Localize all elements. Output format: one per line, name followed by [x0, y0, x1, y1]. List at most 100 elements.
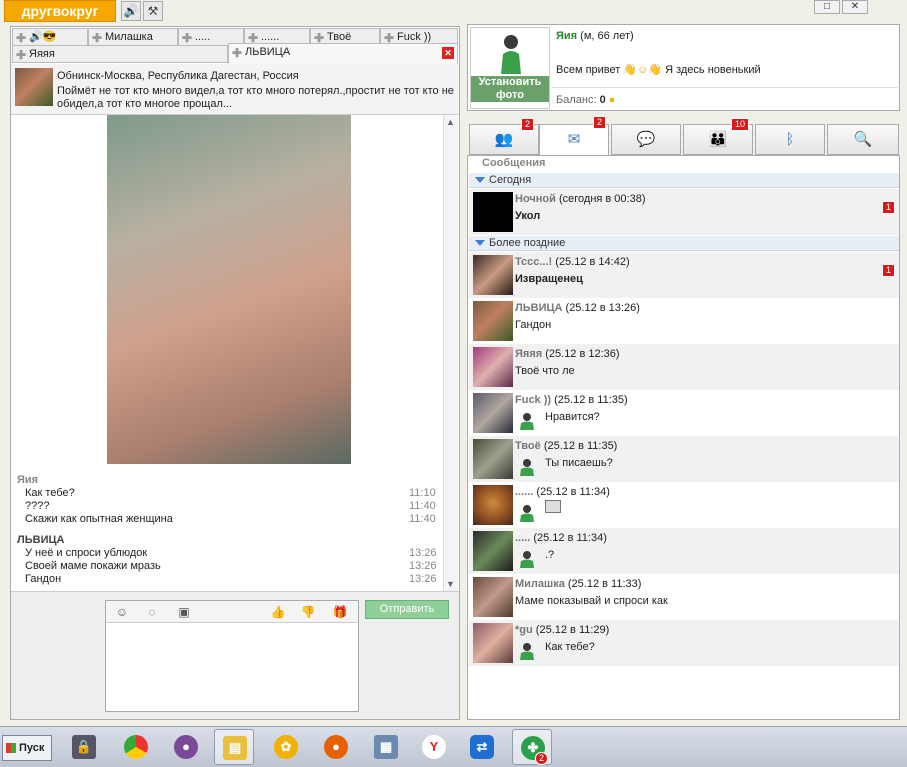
tab-search[interactable]: 🔍 — [827, 124, 899, 155]
collapse-triangle-icon — [475, 177, 485, 183]
thumbs-down-icon[interactable]: 👎 — [300, 604, 316, 620]
set-photo-label: Установить фото — [471, 76, 549, 102]
send-button[interactable]: Отправить — [365, 600, 449, 619]
avatar — [473, 439, 513, 479]
contact-status: Поймёт не тот кто много видел,а тот кто … — [57, 85, 454, 110]
tab-chat-yayaya[interactable]: ✚ Яяяя — [12, 45, 228, 63]
avatar — [473, 301, 513, 341]
last-message: .? — [545, 549, 555, 561]
tab-chat-milashka[interactable]: ✚ Милашка — [88, 28, 178, 46]
paw-app-icon[interactable]: ✿ — [266, 729, 306, 765]
message-text: Своей маме покажи мразь — [25, 560, 161, 572]
my-profile-panel: Установить фото Яия (м, 66 лет) Всем при… — [467, 24, 900, 111]
set-photo-button[interactable]: Установить фото — [470, 27, 550, 109]
conversation-item[interactable]: Твоё (25.12 в 11:35) Ты писаешь? — [469, 436, 899, 482]
start-button[interactable]: Пуск — [2, 735, 52, 761]
conversation-time: (25.12 в 11:34) — [536, 486, 610, 498]
conversation-item[interactable]: ЛЬВИЦА (25.12 в 13:26) Гандон — [469, 298, 899, 344]
right-tabs: 👥 2 ✉ 2 💬 👪 10 ᛒ 🔍 — [467, 116, 900, 156]
remote-desktop-icon[interactable]: ▦ — [366, 729, 406, 765]
tab-chats[interactable]: 💬 — [611, 124, 681, 155]
start-label: Пуск — [19, 742, 45, 754]
message-time: 13:26 — [409, 547, 437, 559]
tor-browser-icon[interactable]: ● — [166, 729, 206, 765]
thumbs-up-icon[interactable]: 👍 — [270, 604, 286, 620]
envelope-icon: ✉ — [567, 131, 581, 148]
tab-label: Твоё — [327, 31, 352, 43]
message-input[interactable]: ☺ ◌ ▣ 👍 👎 🎁 — [105, 600, 359, 712]
section-today[interactable]: Сегодня — [469, 173, 899, 188]
message-time: 11:40 — [409, 500, 436, 512]
message-text: У неё и спроси ублюдок — [25, 547, 148, 559]
chat-scrollbar[interactable]: ▲ ▼ — [443, 115, 458, 591]
restore-window-button[interactable]: □ — [814, 0, 840, 14]
conversation-item[interactable]: ...... (25.12 в 11:34) — [469, 482, 899, 528]
conversation-list: Сообщения Сегодня Ночной (сегодня в 00:3… — [467, 155, 900, 720]
user-status[interactable]: Всем привет 👋☺👋 Я здесь новенький — [556, 63, 761, 76]
tab-chat-lvitsa[interactable]: ✚ ЛЬВИЦА ✕ — [228, 43, 458, 64]
conversation-item[interactable]: ..... (25.12 в 11:34) .? — [469, 528, 899, 574]
conversation-item[interactable]: Ночной (сегодня в 00:38) Укол 1 — [469, 189, 899, 235]
chat-bubbles-icon: 💬 — [636, 131, 656, 148]
user-name-text: Яия — [556, 30, 578, 42]
app-logo[interactable]: другвокруг — [4, 0, 116, 22]
contact-name: Ночной — [515, 193, 556, 205]
yandex-browser-icon[interactable]: Y — [414, 729, 454, 765]
unread-badge: 1 — [882, 201, 896, 214]
contact-name: *gu — [515, 624, 533, 636]
contact-name: ..... — [515, 532, 531, 544]
message-text: ???? — [25, 500, 50, 512]
contact-location: Обнинск-Москва, Республика Дагестан, Рос… — [57, 70, 299, 82]
speech-bubble-icon[interactable]: ◌ — [144, 604, 160, 620]
sound-icon[interactable]: 🔊 — [121, 1, 141, 21]
tab-chat-1[interactable]: ✚ 🔊😎 — [12, 28, 88, 46]
message-text: Скажи как опытная женщина — [25, 513, 173, 525]
shared-photo[interactable] — [107, 115, 351, 464]
file-explorer-icon[interactable]: ▤ — [214, 729, 254, 765]
chrome-icon[interactable] — [116, 729, 156, 765]
tools-icon[interactable]: ⚒ — [143, 1, 163, 21]
conversation-item[interactable]: Яяяя (25.12 в 12:36) Твоё что ле — [469, 344, 899, 390]
contact-icon: ✚ — [92, 31, 103, 45]
avatar — [473, 255, 513, 295]
tab-nearby[interactable]: ᛒ — [755, 124, 825, 155]
contacts-count-badge: 2 — [521, 118, 535, 131]
conversation-item[interactable]: Тссс...! (25.12 в 14:42) Извращенец 1 — [469, 252, 899, 298]
conversation-time: (25.12 в 11:33) — [567, 578, 642, 590]
conversation-time: (25.12 в 11:34) — [533, 532, 607, 544]
balance-value: 0 — [599, 94, 606, 106]
gift-icon[interactable]: 🎁 — [332, 604, 348, 620]
scroll-down-icon[interactable]: ▼ — [446, 579, 455, 589]
conversation-item[interactable]: Милашка (25.12 в 11:33) Маме показывай и… — [469, 574, 899, 620]
message-time: 11:40 — [409, 513, 436, 525]
tab-label: Яяяя — [29, 48, 55, 60]
close-tab-icon[interactable]: ✕ — [442, 47, 454, 59]
user-meta: (м, 66 лет) — [580, 30, 634, 42]
message-text: Гандон — [25, 573, 62, 585]
taskbar: Пуск 🔒 ● ▤ ✿ ● ▦ Y ⇄ ✤ 2 — [0, 726, 907, 767]
message-time: 13:26 — [409, 560, 437, 572]
my-avatar-icon — [520, 413, 534, 430]
section-older[interactable]: Более поздние — [469, 236, 899, 251]
messages-count-badge: 2 — [593, 116, 607, 129]
smiley-icon[interactable]: ☺ — [114, 604, 130, 620]
conversation-item[interactable]: Fuck )) (25.12 в 11:35) Нравится? — [469, 390, 899, 436]
avatar — [473, 485, 513, 525]
contact-name: Милашка — [515, 578, 565, 590]
network-lock-icon[interactable]: 🔒 — [64, 729, 104, 765]
conversation-item[interactable]: *gu (25.12 в 11:29) Как тебе? — [469, 620, 899, 666]
avatar[interactable] — [15, 68, 53, 106]
balance[interactable]: Баланс: 0 ● — [556, 94, 615, 106]
last-message: Укол — [515, 210, 541, 222]
tab-label: 🔊😎 — [29, 31, 57, 43]
close-window-button[interactable]: ✕ — [842, 0, 868, 14]
image-icon[interactable]: ▣ — [176, 604, 192, 620]
firefox-icon[interactable]: ● — [316, 729, 356, 765]
conversation-time: (25.12 в 12:36) — [545, 348, 620, 360]
teamviewer-icon[interactable]: ⇄ — [462, 729, 502, 765]
windows-flag-icon — [6, 743, 16, 753]
scroll-up-icon[interactable]: ▲ — [446, 117, 455, 127]
bluetooth-people-icon: ᛒ — [785, 131, 795, 148]
last-message: Твоё что ле — [515, 365, 575, 377]
drugvokrug-taskbar-icon[interactable]: ✤ 2 — [512, 729, 552, 765]
